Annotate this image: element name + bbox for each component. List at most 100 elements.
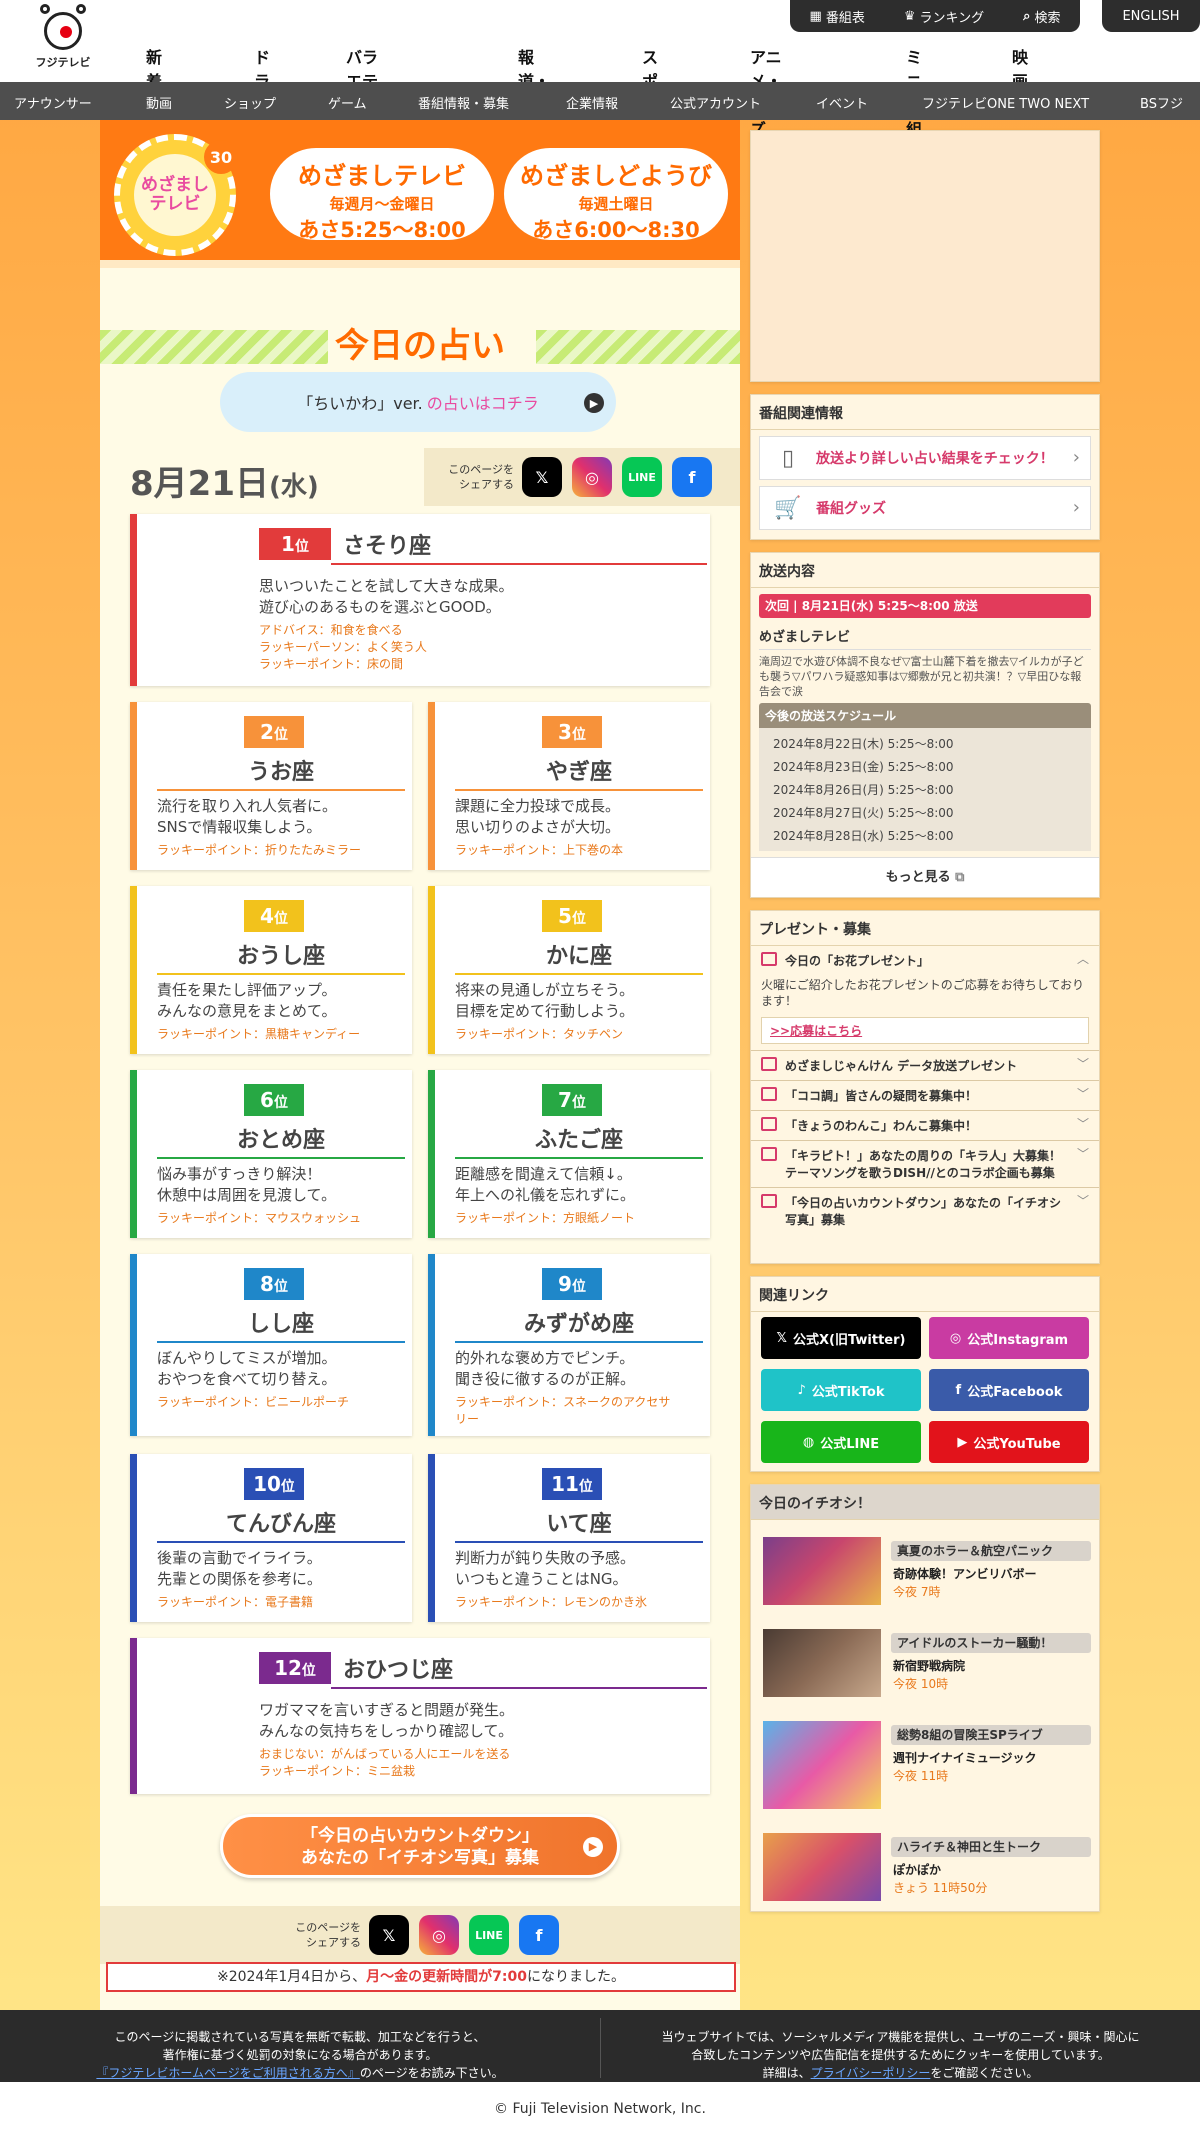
lucky-point: ラッキーポイント：タッチペン [455, 1027, 624, 1041]
pickup-item[interactable]: 真夏のホラー＆航空パニック 奇跡体験！アンビリバボー 今夜 7時 [759, 1537, 1093, 1617]
apply-link[interactable]: >>応募はこちら [761, 1017, 1089, 1044]
arrow-right-icon: ▶ [583, 1837, 603, 1857]
pickup-item[interactable]: 総勢8組の冒険王SPライブ 週刊ナイナイミュージック 今夜 11時 [759, 1721, 1093, 1811]
subnav-bs-fuji[interactable]: BSフジ [1140, 93, 1183, 112]
official-tiktok-link[interactable]: ♪ 公式TikTok [761, 1369, 921, 1411]
present-item-open[interactable]: 今日の「お花プレゼント」 ︿ [751, 946, 1099, 975]
present-item[interactable]: 「今日の占いカウントダウン」あなたの「イチオシ写真」募集 ﹀ [751, 1188, 1099, 1234]
update-notice: ※2024年1月4日から、月〜金の更新時間が7:00になりました。 [106, 1962, 736, 1992]
fortune-card: 2位 うお座 流行を取り入れ人気者に。 SNSで情報収集しよう。 ラッキーポイント：折… [130, 702, 412, 870]
program-guide-link[interactable]: ▦ 番組表 [810, 7, 865, 26]
gift-icon [761, 1057, 777, 1071]
chiikawa-fortune-button[interactable]: 「ちいかわ」ver. の占いはコチラ ▶ [220, 372, 616, 432]
crown-icon: ♛ [903, 8, 916, 24]
share-line-button[interactable]: LINE [469, 1915, 509, 1955]
share-x-button[interactable]: 𝕏 [369, 1915, 409, 1955]
fuji-tv-logo[interactable]: フジテレビ [32, 4, 94, 70]
share-line-button[interactable]: LINE [622, 457, 662, 497]
saturday-show-pill: めざましどようび 毎週土曜日 あさ6:00〜8:30 [504, 148, 728, 242]
share-x-button[interactable]: 𝕏 [522, 457, 562, 497]
grid-icon: ▦ [809, 8, 822, 24]
line-icon: ◍ [802, 1434, 815, 1450]
fortune-card: 5位かに座将来の見通しが立ちそう。 目標を定めて行動しよう。ラッキーポイント：タ… [428, 886, 710, 1054]
arrow-right-icon: ▶ [584, 393, 604, 413]
fortune-description: 後輩の言動でイライラ。 先輩との関係を参考に。 [157, 1549, 322, 1588]
share-bar-bottom: このページを シェアする 𝕏 ◎ LINE f [100, 1906, 740, 1964]
rank-badge: 5位 [542, 900, 602, 932]
pickup-thumbnail [763, 1721, 881, 1809]
main-content: めざまし テレビ 30 めざましテレビ 毎週月〜金曜日 あさ5:25〜8:00 め… [100, 120, 740, 2010]
subnav-company[interactable]: 企業情報 [566, 93, 618, 112]
subnav-program-info[interactable]: 番組情報・募集 [418, 93, 509, 112]
site-header: フジテレビ 新着記事 ドラマ バラエティ・音楽 報道・情報 スポーツ アニメ・キ… [0, 0, 1200, 139]
chevron-down-icon: ﹀ [1076, 1087, 1089, 1101]
present-item[interactable]: めざましじゃんけん データ放送プレゼント ﹀ [751, 1050, 1099, 1081]
schedule-title: 今後の放送スケジュール [759, 703, 1091, 728]
subnav-one-two-next[interactable]: フジテレビONE TWO NEXT [922, 93, 1089, 112]
ranking-link[interactable]: ♛ ランキング [904, 7, 984, 26]
zodiac-sign: てんびん座 [157, 1506, 405, 1543]
fortune-card: 7位 ふたご座 距離感を間違えて信頼↓。 年上への礼儀を忘れずに。 ラッキーポイント：… [428, 1070, 710, 1238]
schedule-item: 2024年8月22日(木) 5:25〜8:00 [773, 737, 954, 751]
fortune-description: 将来の見通しが立ちそう。 目標を定めて行動しよう。 [455, 981, 635, 1020]
share-instagram-button[interactable]: ◎ [572, 457, 612, 497]
present-item[interactable]: 「キラピト！」あなたの周りの「キラ人」大募集！テーマソングを歌うDISH//との… [751, 1141, 1099, 1188]
fortune-card: 9位 みずがめ座 的外れな褒め方でピンチ。 聞き役に徹するのが正解。 ラッキーポイント… [428, 1254, 710, 1436]
fortune-description: 距離感を間違えて信頼↓。 年上への礼儀を忘れずに。 [455, 1165, 636, 1204]
subnav-video[interactable]: 動画 [146, 93, 172, 112]
pickup-title: 今日のイチオシ！ [751, 1485, 1099, 1520]
mezamashi-logo: めざまし テレビ 30 [114, 134, 238, 256]
fortune-card: 1位 さそり座 思いついたことを試して大きな成果。 遊び心のあるものを選ぶとGOOD… [130, 514, 710, 686]
zodiac-sign: みずがめ座 [455, 1306, 703, 1343]
official-youtube-link[interactable]: ▶ 公式YouTube [929, 1421, 1089, 1463]
chevron-right-icon: › [1072, 497, 1080, 518]
tiktok-icon: ♪ [797, 1382, 806, 1398]
subnav-event[interactable]: イベント [816, 93, 868, 112]
official-instagram-link[interactable]: ◎ 公式Instagram [929, 1317, 1089, 1359]
cart-icon: 🛒 [774, 495, 802, 521]
subnav-announcer[interactable]: アナウンサー [14, 93, 92, 112]
rank-badge: 6位 [244, 1084, 304, 1116]
share-instagram-button[interactable]: ◎ [419, 1915, 459, 1955]
detail-fortune-link[interactable]: ▯ 放送より詳しい占い結果をチェック！ › [759, 436, 1091, 480]
chevron-down-icon: ﹀ [1076, 1117, 1089, 1131]
countdown-photo-button[interactable]: 「今日の占いカウントダウン」 あなたの「イチオシ写真」募集 ▶ [220, 1814, 620, 1878]
usage-policy-link[interactable]: 『フジテレビホームページをご利用される方へ』 [96, 2066, 359, 2080]
x-icon: 𝕏 [535, 467, 549, 487]
rank-badge: 9位 [542, 1268, 602, 1300]
more-button[interactable]: もっと見る ⧉ [751, 857, 1099, 897]
program-banner[interactable]: めざまし テレビ 30 めざましテレビ 毎週月〜金曜日 あさ5:25〜8:00 め… [100, 120, 740, 268]
line-icon: LINE [475, 1928, 503, 1942]
search-link[interactable]: ⌕ 検索 [1023, 7, 1060, 26]
privacy-policy-link[interactable]: プライバシーポリシー [811, 2066, 931, 2080]
present-item[interactable]: 「きょうのわんこ」わんこ募集中！ ﹀ [751, 1111, 1099, 1141]
subnav-official-accounts[interactable]: 公式アカウント [670, 93, 761, 112]
zodiac-sign: おひつじ座 [331, 1652, 707, 1689]
lucky-point: おまじない：がんばっている人にエールを送る ラッキーポイント：ミニ盆栽 [259, 1747, 511, 1778]
zodiac-sign: おうし座 [157, 938, 405, 975]
fortune-card: 8位 しし座 ぼんやりしてミスが増加。 おやつを食べて切り替え。 ラッキーポイント：ビ… [130, 1254, 412, 1436]
weekday-show-pill: めざましテレビ 毎週月〜金曜日 あさ5:25〜8:00 [270, 148, 494, 242]
subnav-game[interactable]: ゲーム [328, 93, 367, 112]
lucky-point: ラッキーポイント：電子書籍 [157, 1595, 314, 1609]
official-x-link[interactable]: 𝕏 公式X(旧Twitter) [761, 1317, 921, 1359]
zodiac-sign: さそり座 [331, 528, 707, 565]
fortune-card: 4位 おうし座 責任を果たし評価アップ。 みんなの意見をまとめて。 ラッキーポイント：… [130, 886, 412, 1054]
official-line-link[interactable]: ◍ 公式LINE [761, 1421, 921, 1463]
present-item[interactable]: 「ココ調」皆さんの疑問を募集中！ ﹀ [751, 1081, 1099, 1111]
pickup-item[interactable]: アイドルのストーカー騒動！ 新宿野戦病院 今夜 10時 [759, 1629, 1093, 1709]
official-facebook-link[interactable]: f 公式Facebook [929, 1369, 1089, 1411]
subnav-shop[interactable]: ショップ [224, 93, 276, 112]
facebook-icon: f [535, 1925, 543, 1945]
pickup-item[interactable]: ハライチ＆神田と生トーク ぽかぽか きょう 11時50分 [759, 1833, 1093, 1913]
related-info-box: 番組関連情報 ▯ 放送より詳しい占い結果をチェック！ › 🛒 番組グッズ › [750, 394, 1100, 540]
fortune-card: 12位 おひつじ座 ワガママを言いすぎると問題が発生。 みんなの気持ちをしっかり確認… [130, 1638, 710, 1794]
english-link[interactable]: ENGLISH [1102, 0, 1200, 32]
goods-link[interactable]: 🛒 番組グッズ › [759, 486, 1091, 530]
zodiac-sign: かに座 [455, 938, 703, 975]
share-facebook-button[interactable]: f [672, 457, 712, 497]
rank-badge: 7位 [542, 1084, 602, 1116]
external-link-icon: ⧉ [955, 870, 965, 885]
share-facebook-button[interactable]: f [519, 1915, 559, 1955]
lucky-point: アドバイス：和食を食べる ラッキーパーソン：よく笑う人 ラッキーポイント：床の間 [259, 623, 427, 671]
